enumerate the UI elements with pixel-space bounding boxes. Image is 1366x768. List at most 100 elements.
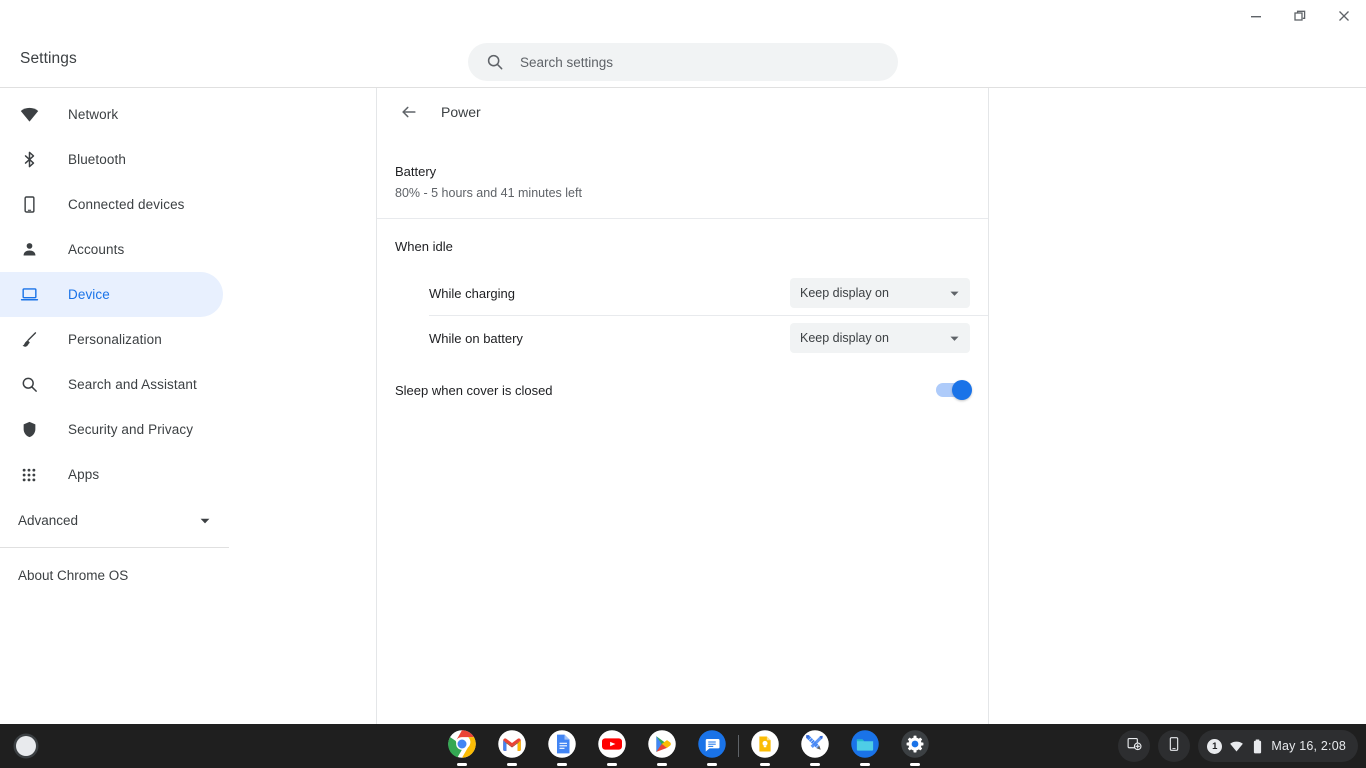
sidebar-item-label: Accounts — [68, 242, 125, 257]
settings-toolbar: Settings — [0, 32, 1366, 88]
battery-status: 80% - 5 hours and 41 minutes left — [395, 186, 582, 200]
bluetooth-icon — [18, 149, 40, 171]
power-settings-panel: Power Battery 80% - 5 hours and 41 minut… — [377, 88, 989, 724]
restore-button[interactable] — [1278, 0, 1322, 32]
running-indicator — [657, 763, 667, 766]
while-on-battery-dropdown[interactable]: Keep display on — [790, 323, 970, 353]
sidebar-item-about-chrome-os[interactable]: About Chrome OS — [0, 553, 223, 598]
while-on-battery-row: While on battery Keep display on — [429, 316, 970, 360]
running-indicator — [507, 763, 517, 766]
app-title: Settings — [20, 50, 77, 67]
sidebar-item-security-privacy[interactable]: Security and Privacy — [0, 407, 223, 452]
battery-icon — [1251, 738, 1264, 754]
messages-icon — [697, 729, 727, 764]
docs-icon — [547, 729, 577, 764]
search-box[interactable] — [468, 43, 898, 81]
canvas-icon — [800, 729, 830, 764]
laptop-icon — [18, 284, 40, 306]
play-store-icon — [647, 729, 677, 764]
sidebar-item-label: Network — [68, 107, 119, 122]
sidebar-item-label: Personalization — [68, 332, 162, 347]
content-region: Network Bluetooth Connected devices Acco… — [0, 88, 1366, 724]
minimize-button[interactable] — [1234, 0, 1278, 32]
sleep-when-cover-closed-label: Sleep when cover is closed — [395, 382, 553, 398]
chevron-down-icon — [949, 288, 960, 299]
settings-gear-icon — [900, 729, 930, 764]
sidebar-item-label: Security and Privacy — [68, 422, 194, 437]
phone-icon — [18, 194, 40, 216]
launcher-icon — [16, 736, 36, 756]
chevron-down-icon — [199, 515, 211, 527]
window-title-bar — [0, 0, 1366, 32]
running-indicator — [810, 763, 820, 766]
dropdown-value: Keep display on — [800, 286, 889, 300]
keep-icon — [750, 729, 780, 764]
sidebar-divider — [0, 547, 229, 548]
running-indicator — [860, 763, 870, 766]
shelf-item-play-store[interactable] — [637, 724, 687, 768]
sidebar-item-network[interactable]: Network — [0, 92, 223, 137]
new-desk-icon — [1126, 735, 1143, 757]
new-desk-button[interactable] — [1118, 730, 1151, 762]
chevron-down-icon — [949, 333, 960, 344]
youtube-icon — [597, 729, 627, 764]
sidebar-item-search-assistant[interactable]: Search and Assistant — [0, 362, 223, 407]
arrow-back-icon[interactable] — [395, 98, 423, 126]
shelf-item-files[interactable] — [840, 724, 890, 768]
gmail-icon — [497, 729, 527, 764]
close-button[interactable] — [1322, 0, 1366, 32]
while-charging-label: While charging — [429, 285, 515, 301]
sidebar-item-personalization[interactable]: Personalization — [0, 317, 223, 362]
while-on-battery-label: While on battery — [429, 330, 523, 346]
phone-hub-button[interactable] — [1158, 730, 1191, 762]
shelf-item-messages[interactable] — [687, 724, 737, 768]
shelf-item-gmail[interactable] — [487, 724, 537, 768]
while-charging-dropdown[interactable]: Keep display on — [790, 278, 970, 308]
person-icon — [18, 239, 40, 261]
while-charging-row: While charging Keep display on — [429, 271, 970, 315]
grid-icon — [18, 464, 40, 486]
shelf-item-chrome[interactable] — [437, 724, 487, 768]
running-indicator — [457, 763, 467, 766]
settings-window: Settings Network — [0, 0, 1366, 724]
status-area-button[interactable]: 1 May 16, 2:08 — [1198, 730, 1358, 762]
sidebar-advanced-toggle[interactable]: Advanced — [0, 498, 223, 543]
sidebar-item-accounts[interactable]: Accounts — [0, 227, 223, 272]
phone-hub-icon — [1166, 736, 1182, 757]
sidebar-item-connected-devices[interactable]: Connected devices — [0, 182, 223, 227]
shelf-item-keep[interactable] — [740, 724, 790, 768]
sleep-when-cover-closed-toggle[interactable] — [936, 380, 972, 400]
shelf-item-youtube[interactable] — [587, 724, 637, 768]
running-indicator — [557, 763, 567, 766]
search-icon — [486, 53, 504, 71]
sidebar-item-label: Apps — [68, 467, 100, 482]
shelf-item-settings[interactable] — [890, 724, 940, 768]
shelf-item-docs[interactable] — [537, 724, 587, 768]
sidebar-advanced-label: Advanced — [18, 513, 79, 528]
running-indicator — [760, 763, 770, 766]
sidebar-item-label: Connected devices — [68, 197, 185, 212]
shelf-app-list — [437, 724, 940, 768]
running-indicator — [707, 763, 717, 766]
battery-label: Battery — [395, 164, 437, 179]
search-input[interactable] — [520, 54, 850, 70]
wifi-icon — [18, 104, 40, 126]
page-title: Power — [441, 104, 481, 120]
running-indicator — [607, 763, 617, 766]
launcher-button[interactable] — [6, 726, 46, 766]
sidebar-item-device[interactable]: Device — [0, 272, 223, 317]
brush-icon — [18, 329, 40, 351]
sidebar-item-label: Bluetooth — [68, 152, 126, 167]
files-icon — [850, 729, 880, 764]
sidebar-item-apps[interactable]: Apps — [0, 452, 223, 497]
sidebar-item-label: About Chrome OS — [18, 568, 129, 583]
running-indicator — [910, 763, 920, 766]
shelf-separator — [738, 735, 739, 757]
sidebar-item-bluetooth[interactable]: Bluetooth — [0, 137, 223, 182]
clock-label: May 16, 2:08 — [1271, 739, 1346, 753]
sidebar-item-label: Search and Assistant — [68, 377, 197, 392]
chrome-icon — [447, 729, 477, 764]
shelf-item-canvas[interactable] — [790, 724, 840, 768]
page-header: Power — [377, 88, 988, 136]
sidebar-item-label: Device — [68, 287, 110, 302]
